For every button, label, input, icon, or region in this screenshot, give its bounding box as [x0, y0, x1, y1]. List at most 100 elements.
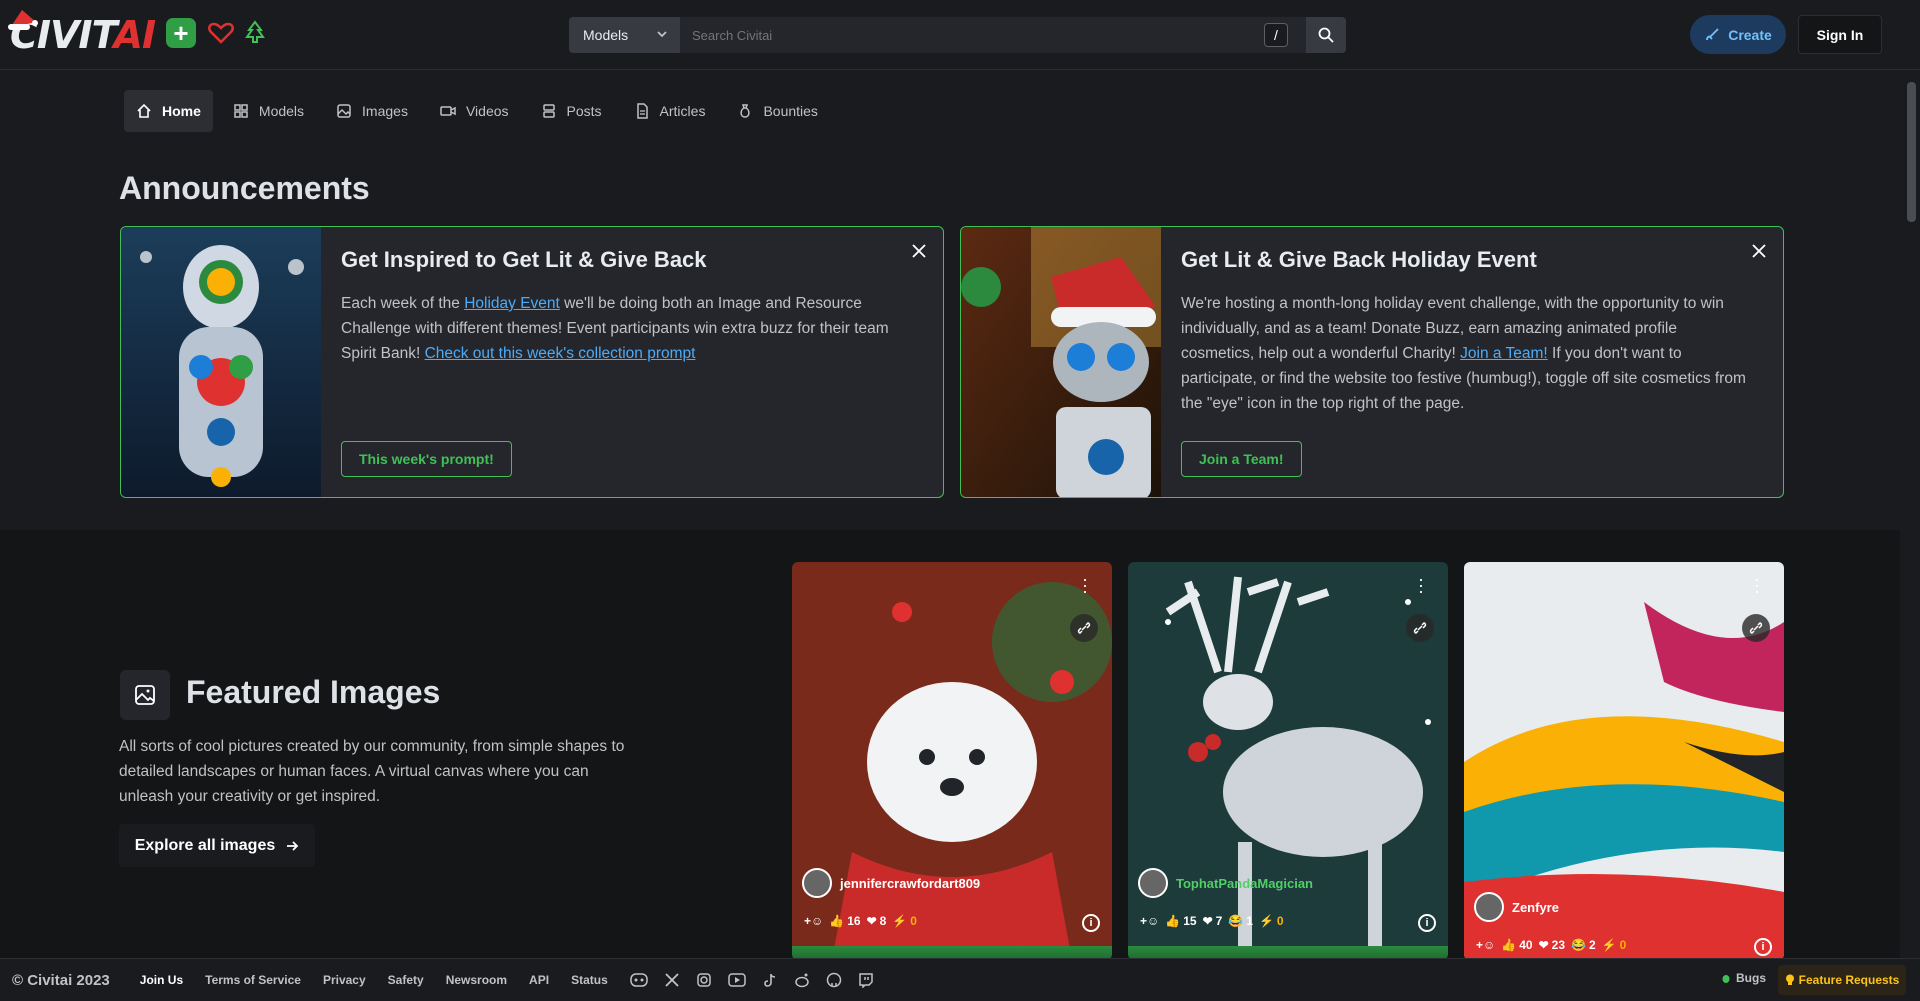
reactions: +☺ 👍 16 ❤ 8 ⚡ 0: [804, 914, 917, 928]
remix-icon[interactable]: [1406, 614, 1434, 642]
nav-item-posts[interactable]: Posts: [529, 90, 614, 132]
card-user[interactable]: jennifercrawfordart809: [802, 868, 980, 898]
announcement-card: Get Inspired to Get Lit & Give Back Each…: [120, 226, 944, 498]
nav-item-home[interactable]: Home: [124, 90, 213, 132]
add-reaction-icon[interactable]: +☺: [1476, 938, 1495, 952]
bugs-link[interactable]: Bugs: [1720, 971, 1766, 985]
add-reaction-icon[interactable]: +☺: [1140, 914, 1159, 928]
announcements-title: Announcements: [119, 170, 370, 206]
join-team-link[interactable]: Join a Team!: [1460, 345, 1548, 362]
grid-icon: [234, 104, 248, 118]
explore-all-images-button[interactable]: Explore all images: [119, 824, 315, 867]
holiday-event-link[interactable]: Holiday Event: [464, 295, 560, 312]
main-nav: Home Models Images Videos Posts Articles…: [124, 90, 838, 132]
footer-link-terms[interactable]: Terms of Service: [205, 973, 301, 987]
feature-requests-button[interactable]: Feature Requests: [1778, 965, 1906, 995]
scrollbar-thumb[interactable]: [1907, 82, 1916, 222]
close-icon[interactable]: [1749, 241, 1769, 261]
card-user[interactable]: TophatPandaMagician: [1138, 868, 1313, 898]
slash-shortcut-hint: /: [1264, 23, 1288, 47]
more-options-icon[interactable]: · · ·: [1082, 570, 1088, 600]
featured-image-card[interactable]: · · · TophatPandaMagician +☺ 👍 15 ❤ 7 😂 1 ⚡ 0 …: [1128, 562, 1448, 960]
info-icon[interactable]: i: [1082, 914, 1100, 932]
reddit-icon[interactable]: [794, 972, 810, 988]
copyright: © Civitai 2023: [12, 971, 110, 989]
moneybag-icon: [740, 104, 751, 118]
chevron-down-icon: [657, 31, 667, 38]
x-icon[interactable]: [664, 972, 680, 988]
like-reaction[interactable]: 👍 16: [829, 914, 860, 928]
nav-item-videos[interactable]: Videos: [428, 90, 521, 132]
avatar: [802, 868, 832, 898]
civitai-logo[interactable]: CIVITAI: [8, 10, 156, 56]
footer-link-newsroom[interactable]: Newsroom: [446, 973, 507, 987]
footer-link-safety[interactable]: Safety: [388, 973, 424, 987]
search-input[interactable]: [680, 17, 1306, 53]
featured-image: [792, 562, 1112, 960]
page-scrollbar[interactable]: [1903, 70, 1920, 958]
nav-item-articles[interactable]: Articles: [622, 90, 718, 132]
discord-icon[interactable]: [630, 973, 648, 987]
instagram-icon[interactable]: [696, 972, 712, 988]
more-options-icon[interactable]: · · ·: [1418, 570, 1424, 600]
footer: © Civitai 2023 Join Us Terms of Service …: [0, 958, 1920, 1001]
featured-image-card[interactable]: · · · jennifercrawfordart809 +☺ 👍 16 ❤ 8 ⚡ 0 …: [792, 562, 1112, 960]
sign-in-button[interactable]: Sign In: [1798, 15, 1882, 54]
video-icon: [440, 106, 456, 116]
search-type-select[interactable]: Models: [569, 17, 680, 53]
buzz-reaction[interactable]: ⚡ 0: [892, 914, 917, 928]
arrow-right-icon: [287, 840, 299, 851]
info-icon[interactable]: i: [1754, 938, 1772, 956]
christmas-tree-icon[interactable]: [240, 18, 270, 48]
footer-link-join-us[interactable]: Join Us: [140, 973, 183, 987]
like-reaction[interactable]: 👍 15: [1165, 914, 1196, 928]
footer-link-api[interactable]: API: [529, 973, 549, 987]
search-icon: [1318, 27, 1334, 43]
remix-icon[interactable]: [1742, 614, 1770, 642]
featured-image-card[interactable]: · · · Zenfyre +☺ 👍 40 ❤ 23 😂 2 ⚡ 0 i: [1464, 562, 1784, 960]
github-icon[interactable]: [826, 972, 842, 988]
create-button[interactable]: Create: [1690, 15, 1786, 54]
card-user[interactable]: Zenfyre: [1474, 892, 1559, 922]
like-reaction[interactable]: 👍 40: [1501, 938, 1532, 952]
announcement-image: [121, 227, 321, 497]
nav-item-bounties[interactable]: Bounties: [725, 90, 829, 132]
posts-icon: [542, 104, 555, 118]
laugh-reaction[interactable]: 😂 2: [1571, 938, 1596, 952]
collection-prompt-link[interactable]: Check out this week's collection prompt: [425, 345, 696, 362]
youtube-icon[interactable]: [728, 973, 746, 987]
add-reaction-icon[interactable]: +☺: [804, 914, 823, 928]
footer-link-status[interactable]: Status: [571, 973, 608, 987]
heart-reaction[interactable]: ❤ 23: [1539, 938, 1565, 952]
more-options-icon[interactable]: · · ·: [1754, 570, 1760, 600]
announcement-text: Each week of the Holiday Event we'll be …: [341, 295, 889, 362]
featured-images-title: Featured Images: [186, 674, 441, 710]
announcement-image: [961, 227, 1161, 497]
remix-icon[interactable]: [1070, 614, 1098, 642]
nav-item-models[interactable]: Models: [221, 90, 316, 132]
avatar: [1474, 892, 1504, 922]
article-icon: [636, 103, 648, 119]
footer-link-privacy[interactable]: Privacy: [323, 973, 366, 987]
twitch-icon[interactable]: [858, 972, 874, 988]
heart-icon[interactable]: [206, 18, 236, 48]
weeks-prompt-button[interactable]: This week's prompt!: [341, 441, 512, 477]
nav-item-images[interactable]: Images: [324, 90, 420, 132]
lightbulb-icon: [1785, 974, 1794, 985]
announcement-title: Get Lit & Give Back Holiday Event: [1181, 247, 1537, 272]
buzz-reaction[interactable]: ⚡ 0: [1602, 938, 1627, 952]
announcement-card: Get Lit & Give Back Holiday Event We're …: [960, 226, 1784, 498]
announcement-text: We're hosting a month-long holiday event…: [1181, 295, 1746, 412]
search-button[interactable]: [1306, 17, 1346, 53]
heart-reaction[interactable]: ❤ 8: [867, 914, 887, 928]
close-icon[interactable]: [909, 241, 929, 261]
join-team-button[interactable]: Join a Team!: [1181, 441, 1302, 477]
heart-reaction[interactable]: ❤ 7: [1203, 914, 1223, 928]
announcement-title: Get Inspired to Get Lit & Give Back: [341, 247, 707, 272]
info-icon[interactable]: i: [1418, 914, 1436, 932]
plus-icon[interactable]: +: [166, 18, 196, 48]
buzz-reaction[interactable]: ⚡ 0: [1259, 914, 1284, 928]
tiktok-icon[interactable]: [762, 972, 778, 988]
photo-icon: [120, 670, 170, 720]
laugh-reaction[interactable]: 😂 1: [1228, 914, 1253, 928]
